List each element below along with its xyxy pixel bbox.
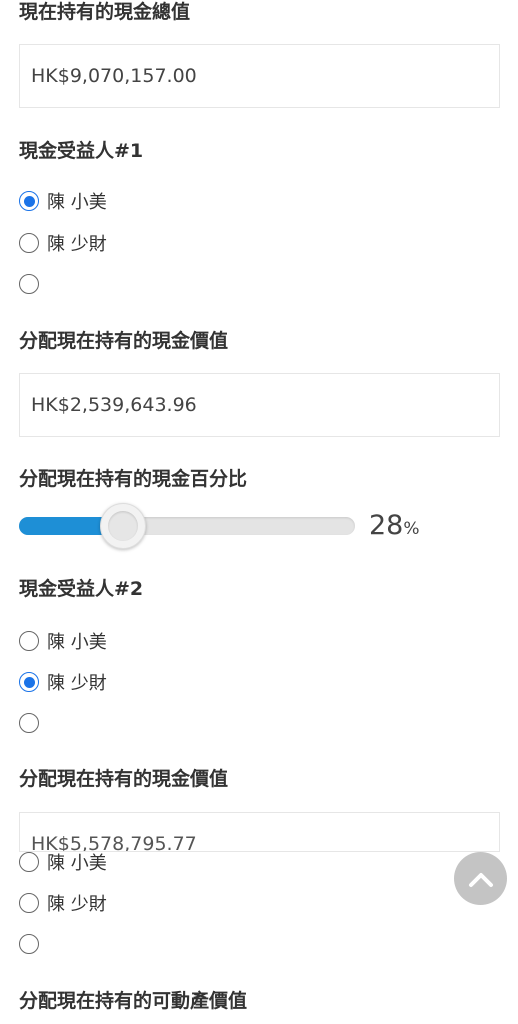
- beneficiary-1-option-1[interactable]: 陳 小美: [19, 189, 107, 213]
- movable-assets-title: 分配現在持有的可動產價值: [19, 990, 248, 1012]
- scroll-top-button[interactable]: [454, 852, 507, 905]
- beneficiary-1-title: 現金受益人#1: [19, 140, 144, 162]
- radio-unchecked-icon: [19, 274, 39, 294]
- radio-checked-icon: [19, 191, 39, 211]
- extra-option-2[interactable]: 陳 少財: [19, 891, 107, 915]
- radio-label: 陳 小美: [47, 853, 107, 874]
- radio-checked-icon: [19, 672, 39, 692]
- extra-option-3[interactable]: [19, 932, 47, 956]
- percent-readout: 28%: [369, 510, 420, 541]
- radio-unchecked-icon: [19, 934, 39, 954]
- beneficiary-1-alloc-title: 分配現在持有的現金價值: [19, 330, 229, 352]
- extra-option-1[interactable]: 陳 小美: [19, 850, 107, 874]
- beneficiary-1-alloc-value: HK$2,539,643.96: [31, 394, 197, 416]
- beneficiary-2-alloc-title: 分配現在持有的現金價值: [19, 768, 229, 790]
- radio-label: 陳 少財: [47, 673, 107, 694]
- radio-label: 陳 少財: [47, 234, 107, 255]
- beneficiary-1-option-3[interactable]: [19, 272, 47, 296]
- beneficiary-1-percent-title: 分配現在持有的現金百分比: [19, 468, 248, 490]
- beneficiary-2-alloc-field[interactable]: HK$5,578,795.77: [19, 812, 500, 852]
- radio-label: 陳 小美: [47, 632, 107, 653]
- percent-unit: %: [403, 519, 420, 539]
- beneficiary-2-title: 現金受益人#2: [19, 578, 144, 600]
- beneficiary-2-option-2[interactable]: 陳 少財: [19, 670, 107, 694]
- percent-value: 28: [369, 510, 404, 541]
- radio-unchecked-icon: [19, 852, 39, 872]
- beneficiary-2-option-1[interactable]: 陳 小美: [19, 629, 107, 653]
- radio-unchecked-icon: [19, 893, 39, 913]
- radio-unchecked-icon: [19, 631, 39, 651]
- total-cash-title: 現在持有的現金總值: [19, 1, 191, 23]
- radio-label: 陳 少財: [47, 894, 107, 915]
- slider-thumb[interactable]: [100, 503, 146, 549]
- radio-label: 陳 小美: [47, 192, 107, 213]
- radio-unchecked-icon: [19, 233, 39, 253]
- total-cash-field[interactable]: HK$9,070,157.00: [19, 44, 500, 108]
- chevron-up-icon: [468, 872, 493, 887]
- radio-unchecked-icon: [19, 713, 39, 733]
- percent-slider[interactable]: [19, 503, 355, 549]
- beneficiary-1-alloc-field[interactable]: HK$2,539,643.96: [19, 373, 500, 437]
- beneficiary-2-option-3[interactable]: [19, 711, 47, 735]
- total-cash-value: HK$9,070,157.00: [31, 65, 197, 87]
- beneficiary-1-option-2[interactable]: 陳 少財: [19, 231, 107, 255]
